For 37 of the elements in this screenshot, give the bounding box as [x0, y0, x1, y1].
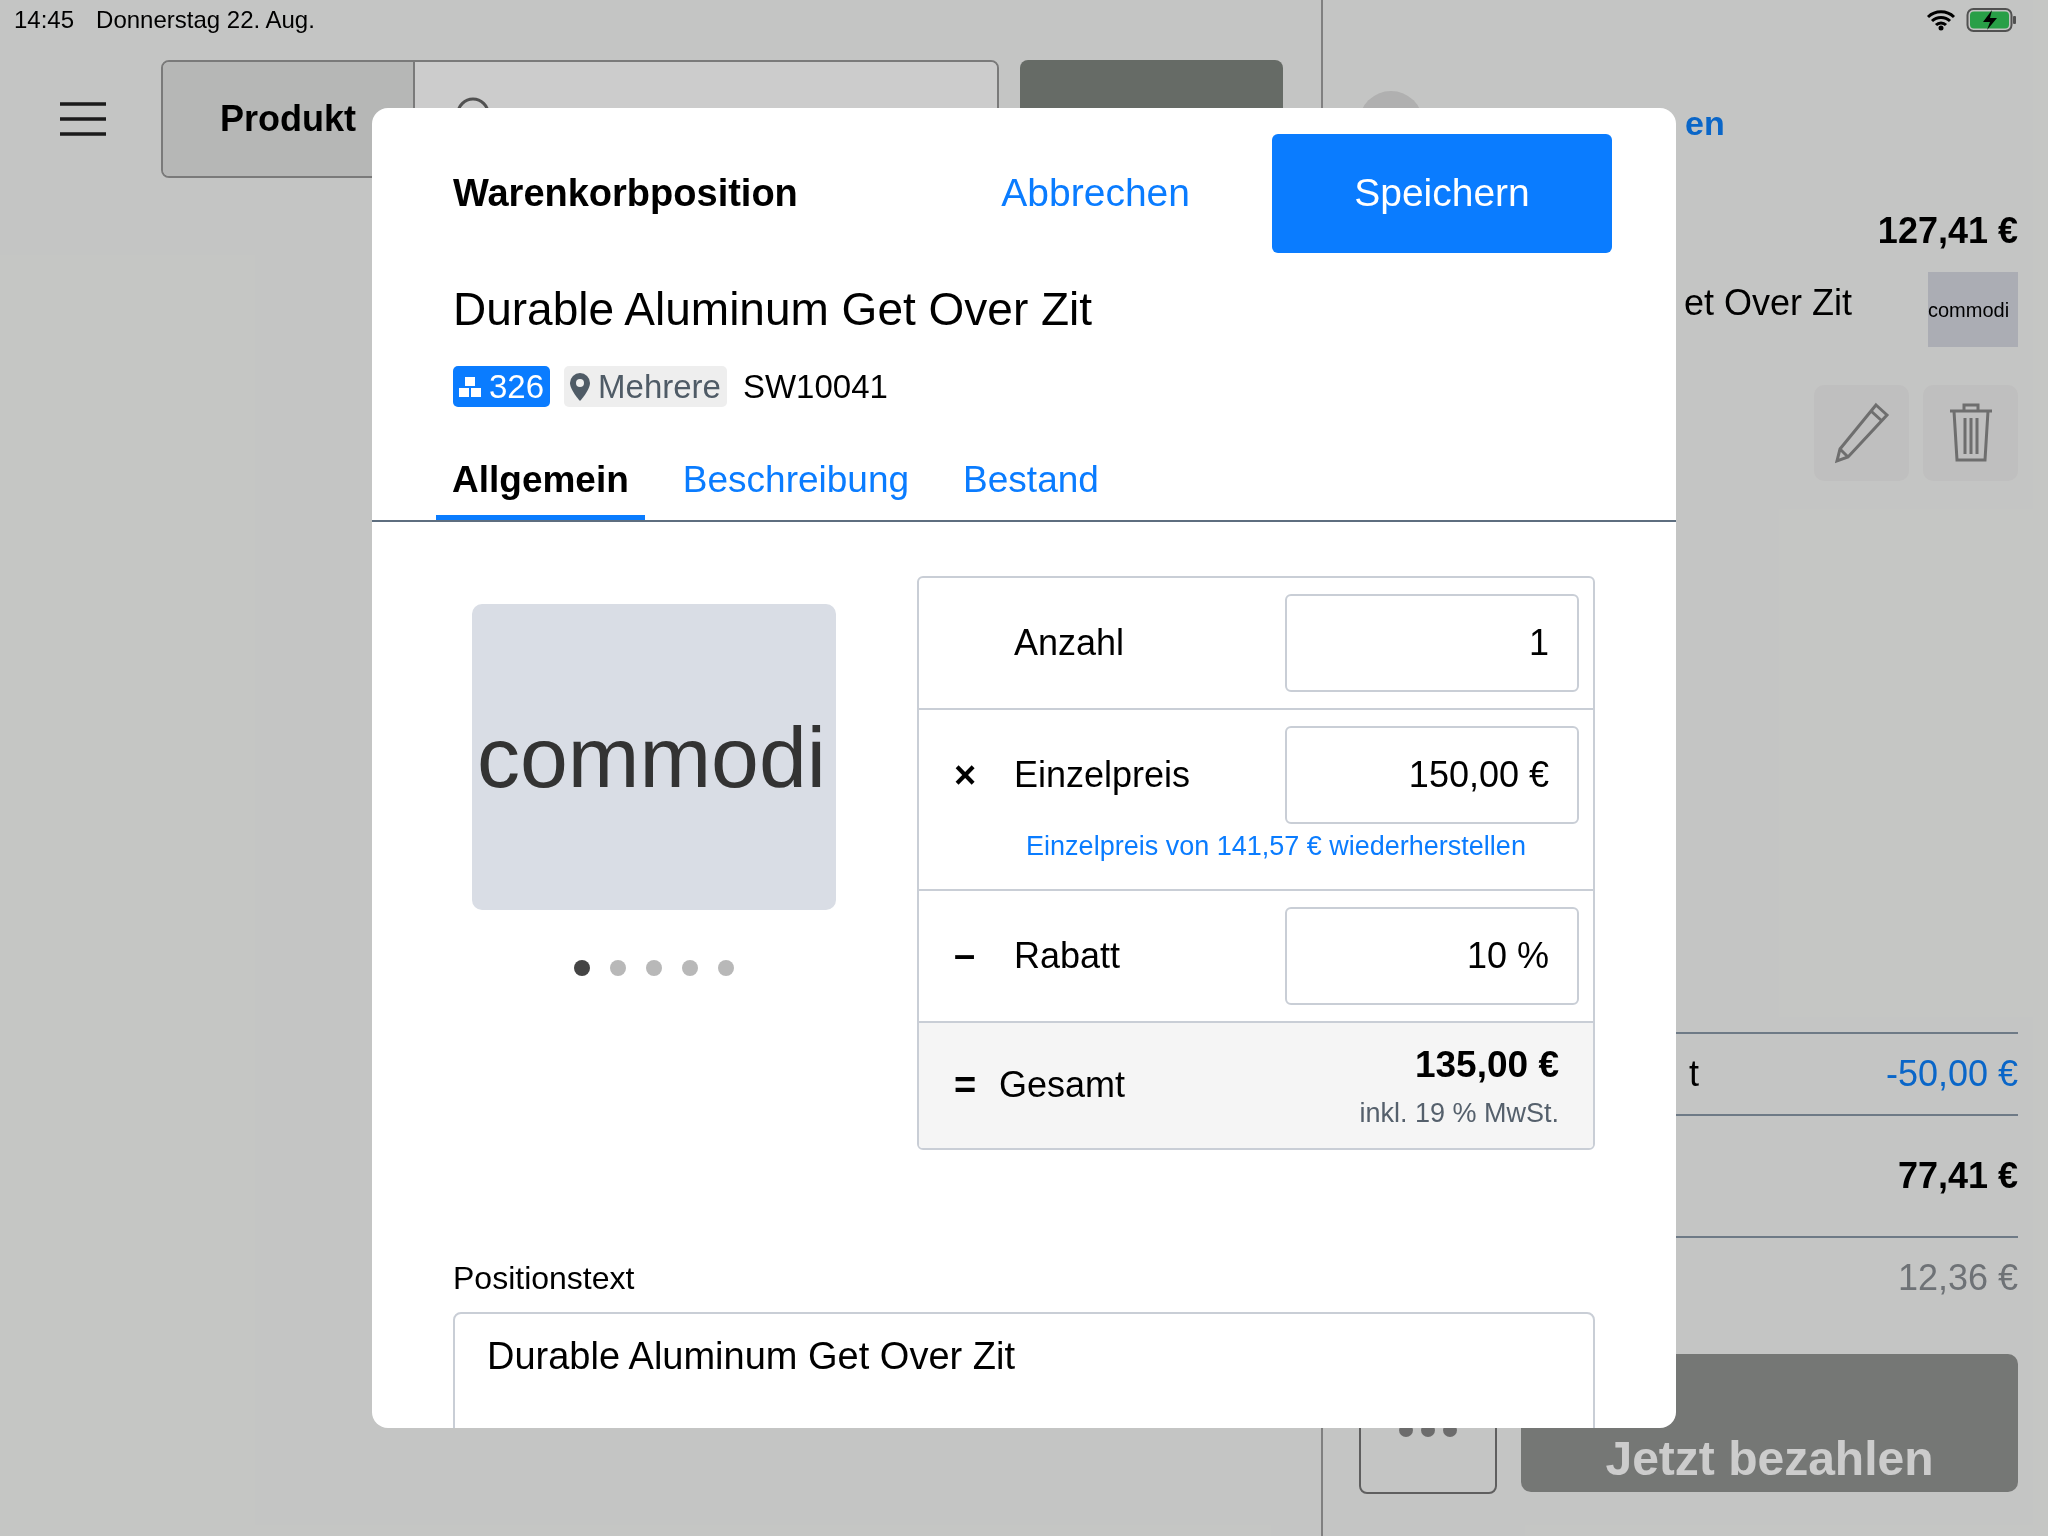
discount-label: t	[1689, 1052, 1699, 1096]
value-field[interactable]: 150,00 €	[1285, 726, 1579, 824]
tab[interactable]: Beschreibung	[666, 445, 926, 520]
tab[interactable]: Allgemein	[436, 445, 645, 520]
discount-value: -50,00 €	[1885, 1052, 2018, 1096]
cart-total: 127,41 €	[1877, 209, 2018, 253]
location-badge: Mehrere	[564, 366, 727, 408]
tax-note: inkl. 19 % MwSt.	[1359, 1096, 1559, 1130]
status-date: Donnerstag 22. Aug.	[96, 5, 315, 35]
field-label: Einzelpreis	[1014, 753, 1192, 797]
cart-item-name: et Over Zit	[1683, 281, 1852, 325]
product-name: Durable Aluminum Get Over Zit	[452, 282, 1094, 337]
cancel-button[interactable]: Abbrechen	[995, 163, 1196, 224]
save-button[interactable]: Speichern	[1272, 134, 1612, 253]
position-text-field[interactable]: Durable Aluminum Get Over Zit	[453, 1311, 1595, 1428]
field-label: Anzahl	[1014, 621, 1126, 665]
restore-price-link[interactable]: Einzelpreis von 141,57 € wiederherstellen	[959, 826, 1593, 867]
field-label: Rabatt	[1014, 933, 1122, 978]
product-sku: SW10041	[742, 367, 888, 407]
value-field[interactable]: 1	[1285, 594, 1579, 692]
operator-sign: ×	[953, 752, 978, 798]
image-text: commodi	[477, 707, 826, 807]
account-link[interactable]: en	[1685, 97, 1725, 149]
dialog-title: Warenkorbposition	[453, 171, 799, 216]
value-field[interactable]: 10 %	[1285, 906, 1579, 1005]
segment-label[interactable]: Produkt	[163, 62, 415, 176]
position-text-label: Positionstext	[452, 1258, 636, 1298]
total-value: 77,41 €	[1897, 1154, 2018, 1198]
total-label: Gesamt	[999, 1063, 1127, 1107]
total-amount: 135,00 €	[1413, 1043, 1559, 1087]
thumbnail-text: commodi	[1928, 297, 2010, 323]
operator-sign: –	[953, 933, 977, 978]
tab[interactable]: Bestand	[947, 445, 1115, 520]
operator-sign: =	[953, 1062, 978, 1108]
stock-badge: 326	[453, 366, 551, 408]
status-time: 14:45	[14, 5, 75, 35]
tax-value: 12,36 €	[1897, 1256, 2018, 1300]
